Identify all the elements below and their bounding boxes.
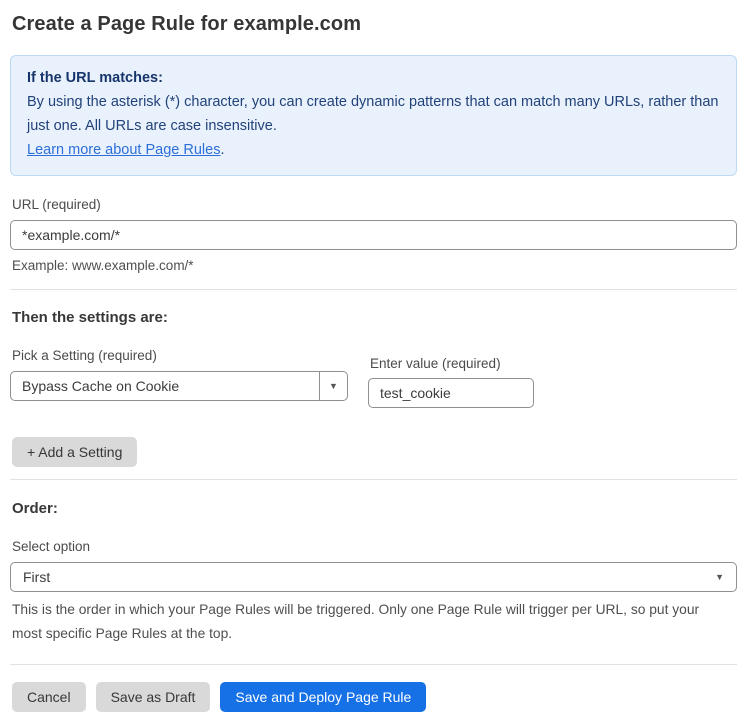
info-box-body: By using the asterisk (*) character, you… — [27, 90, 720, 138]
setting-value-column: Enter value (required) — [368, 348, 534, 408]
order-select-label: Select option — [12, 539, 737, 554]
order-help-text: This is the order in which your Page Rul… — [12, 598, 732, 646]
url-example-hint: Example: www.example.com/* — [12, 258, 737, 273]
settings-row: Pick a Setting (required) Bypass Cache o… — [10, 348, 737, 408]
order-section-heading: Order: — [12, 500, 737, 517]
url-input[interactable] — [10, 220, 737, 250]
page-rule-form: Create a Page Rule for example.com If th… — [0, 13, 750, 712]
cancel-button[interactable]: Cancel — [12, 682, 86, 712]
divider — [10, 479, 737, 480]
order-select[interactable]: First ▼ — [10, 562, 737, 592]
divider — [10, 664, 737, 665]
add-setting-button[interactable]: + Add a Setting — [12, 437, 137, 467]
divider — [10, 289, 737, 290]
url-field-label: URL (required) — [12, 197, 737, 212]
setting-picker-column: Pick a Setting (required) Bypass Cache o… — [10, 348, 348, 401]
learn-more-link[interactable]: Learn more about Page Rules — [27, 142, 220, 158]
chevron-down-icon: ▼ — [715, 573, 724, 582]
order-selected-value: First — [23, 569, 50, 585]
url-match-info-box: If the URL matches: By using the asteris… — [10, 55, 737, 176]
setting-picker-label: Pick a Setting (required) — [12, 348, 348, 363]
info-box-heading: If the URL matches: — [27, 66, 720, 90]
setting-dropdown-arrow-button[interactable]: ▼ — [319, 372, 347, 400]
save-and-deploy-button[interactable]: Save and Deploy Page Rule — [220, 682, 426, 712]
page-title: Create a Page Rule for example.com — [12, 13, 737, 36]
settings-section-heading: Then the settings are: — [12, 309, 737, 326]
setting-value-label: Enter value (required) — [370, 356, 534, 371]
setting-dropdown[interactable]: Bypass Cache on Cookie ▼ — [10, 371, 348, 401]
form-actions: Cancel Save as Draft Save and Deploy Pag… — [12, 682, 737, 712]
setting-value-input[interactable] — [368, 378, 534, 408]
save-as-draft-button[interactable]: Save as Draft — [96, 682, 211, 712]
chevron-down-icon: ▼ — [329, 382, 338, 391]
setting-dropdown-value: Bypass Cache on Cookie — [11, 372, 319, 400]
info-box-link-line: Learn more about Page Rules. — [27, 138, 720, 162]
link-suffix: . — [220, 142, 224, 158]
